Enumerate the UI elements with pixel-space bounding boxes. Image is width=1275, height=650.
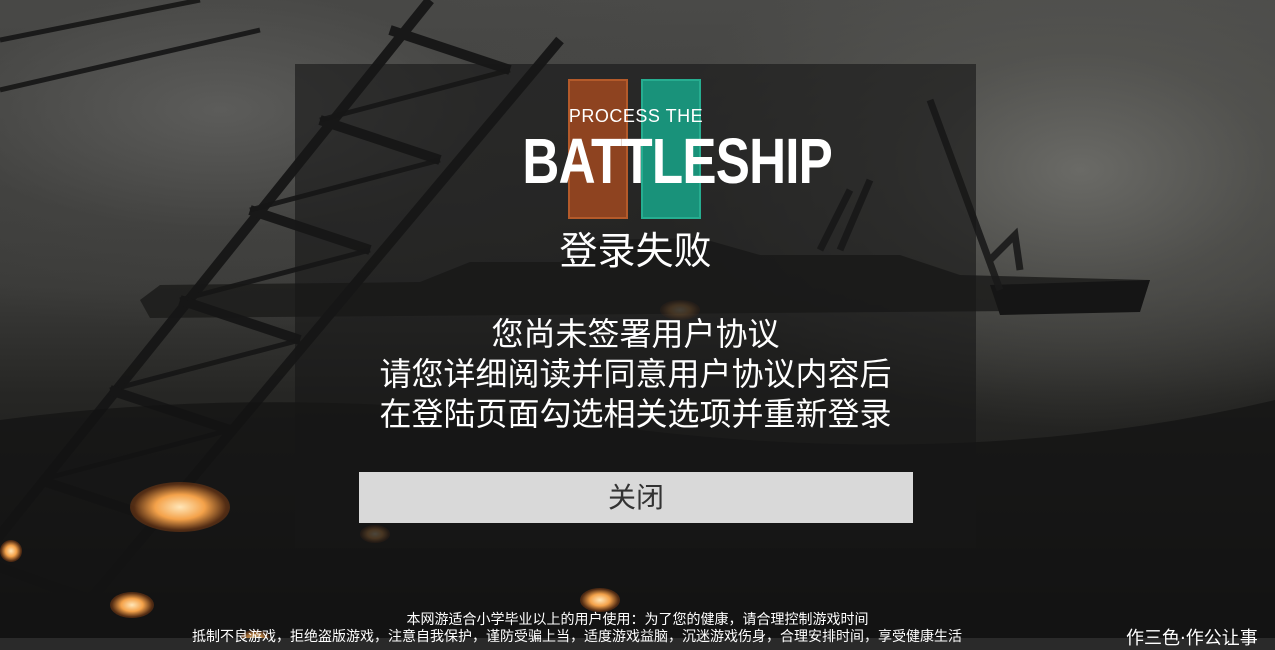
message-line: 在登陆页面勾选相关选项并重新登录 [379,395,892,433]
logo-main-text: BATTLESHIP [522,125,833,197]
light-glow [0,540,22,562]
game-logo: PROCESS THE BATTLESHIP [494,78,833,220]
footer-right-text: 作三色·作公让事 [1126,628,1258,649]
health-notice: 抵制不良游戏，拒绝盗版游戏，注意自我保护，谨防受骗上当，适度游戏益脑，沉迷游戏伤… [192,629,962,645]
light-glow [130,482,230,532]
close-button[interactable]: 关闭 [359,472,913,523]
age-notice: 本网游适合小学毕业以上的用户使用：为了您的健康，请合理控制游戏时间 [406,612,869,628]
message-line: 您尚未签署用户协议 [491,315,780,353]
dialog-message: 您尚未签署用户协议 请您详细阅读并同意用户协议内容后 在登陆页面勾选相关选项并重… [295,314,976,434]
light-glow [580,588,620,612]
message-line: 请您详细阅读并同意用户协议内容后 [379,355,892,393]
dialog-title: 登录失败 [559,229,712,273]
